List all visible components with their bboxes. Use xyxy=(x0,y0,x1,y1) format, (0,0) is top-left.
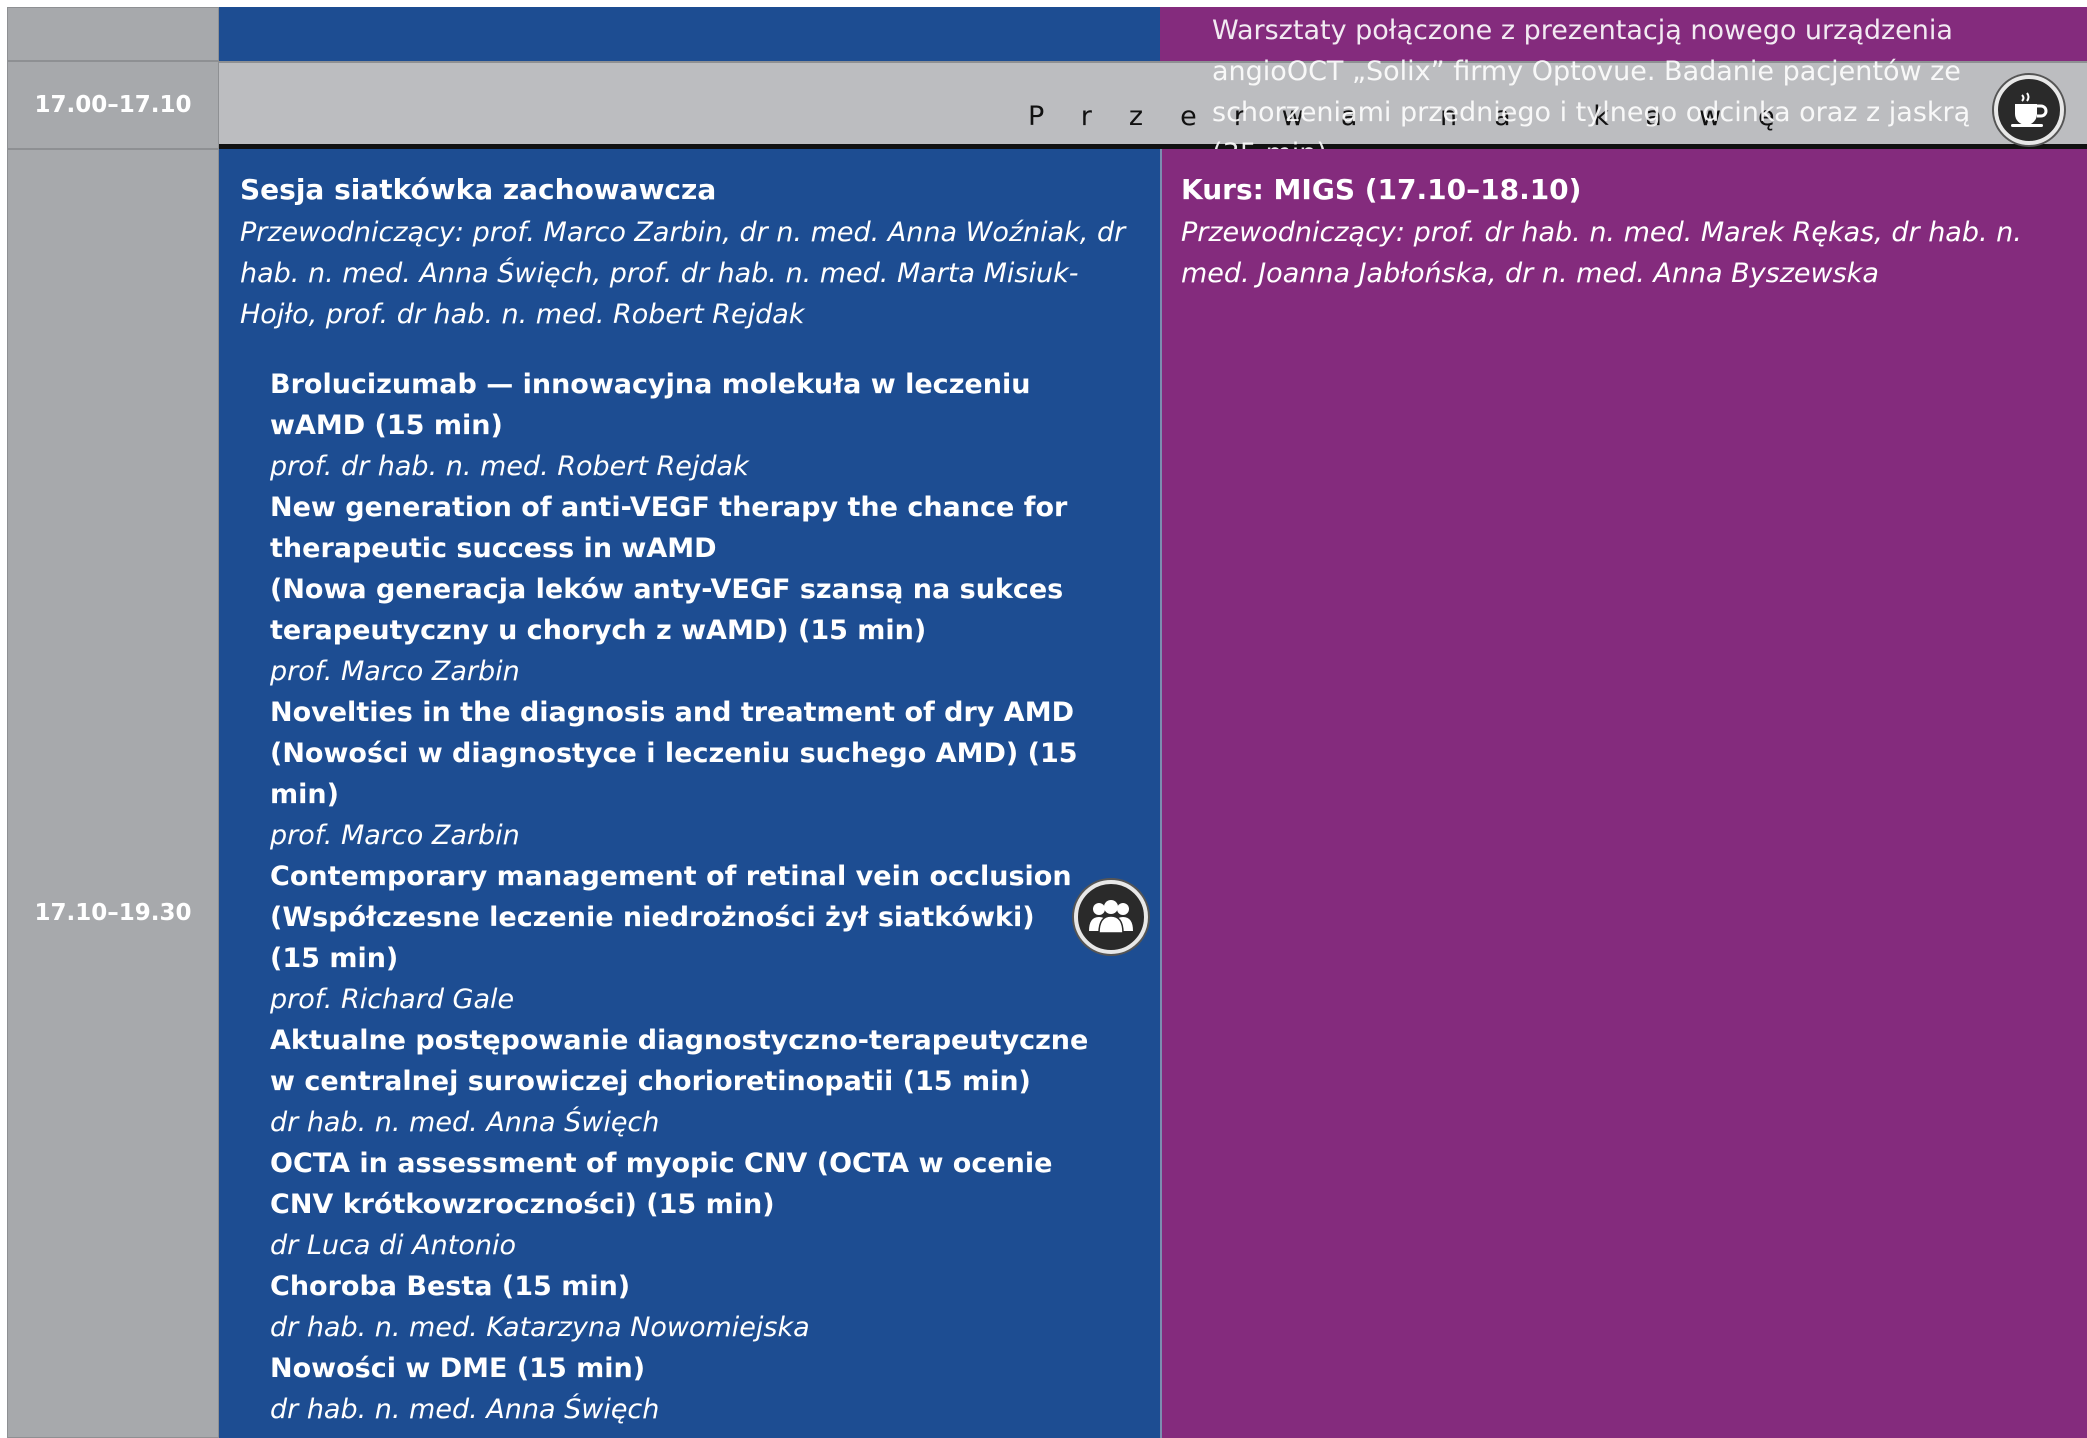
talk-speaker: dr hab. n. med. Katarzyna Nowomiejska xyxy=(270,1312,810,1343)
coffee-cup-icon xyxy=(1994,75,2064,145)
talk-speaker: dr hab. n. med. Anna Święch xyxy=(270,1394,660,1425)
talk-title: Nowości w DME (15 min) xyxy=(270,1353,646,1384)
time-cell-session: 17.10–19.30 xyxy=(7,149,219,1438)
right-session-block xyxy=(1160,149,2087,1438)
time-cell-break: 17.00–17.10 xyxy=(7,61,219,149)
talk-item: Contemporary management of retinal vein … xyxy=(270,856,1090,1020)
talk-speaker: prof. Marco Zarbin xyxy=(270,656,520,687)
talk-item: New generation of anti-VEGF therapy the … xyxy=(270,487,1090,692)
talk-title: OCTA in assessment of myopic CNV (OCTA w… xyxy=(270,1148,1053,1220)
talk-speaker: prof. Marco Zarbin xyxy=(270,820,520,851)
talk-speaker: dr Luca di Antonio xyxy=(270,1230,516,1261)
talk-title: New generation of anti-VEGF therapy the … xyxy=(270,492,1068,646)
right-session-header: Kurs: MIGS (17.10–18.10) Przewodniczący:… xyxy=(1181,168,2061,294)
talk-item: Nowości w DME (15 min) dr hab. n. med. A… xyxy=(270,1348,1090,1430)
session-time-label: 17.10–19.30 xyxy=(34,900,192,926)
talk-speaker: dr hab. n. med. Anna Święch xyxy=(270,1107,660,1138)
talk-title: Choroba Besta (15 min) xyxy=(270,1271,631,1302)
talk-title: Brolucizumab — innowacyjna molekuła w le… xyxy=(270,369,1031,441)
time-cell-top xyxy=(7,7,219,61)
right-session-title: Kurs: MIGS (17.10–18.10) xyxy=(1181,173,1582,206)
right-session-chairs: Przewodniczący: prof. dr hab. n. med. Ma… xyxy=(1181,217,2022,289)
talk-title: Contemporary management of retinal vein … xyxy=(270,861,1072,974)
people-group-icon xyxy=(1074,880,1148,954)
left-session-chairs: Przewodniczący: prof. Marco Zarbin, dr n… xyxy=(240,217,1126,330)
talk-item: Brolucizumab — innowacyjna molekuła w le… xyxy=(270,364,1090,487)
talk-item: Novelties in the diagnosis and treatment… xyxy=(270,692,1090,856)
talk-list: Brolucizumab — innowacyjna molekuła w le… xyxy=(270,364,1090,1430)
top-left-session-block xyxy=(219,7,1160,61)
talk-item: OCTA in assessment of myopic CNV (OCTA w… xyxy=(270,1143,1090,1266)
talk-speaker: prof. Richard Gale xyxy=(270,984,515,1015)
left-session-header: Sesja siatkówka zachowawcza Przewodniczą… xyxy=(240,168,1140,335)
left-session-title: Sesja siatkówka zachowawcza xyxy=(240,173,717,206)
talk-item: Aktualne postępowanie diagnostyczno-tera… xyxy=(270,1020,1090,1143)
break-time-label: 17.00–17.10 xyxy=(34,92,192,118)
talk-title: Aktualne postępowanie diagnostyczno-tera… xyxy=(270,1025,1089,1097)
talk-speaker: prof. dr hab. n. med. Robert Rejdak xyxy=(270,451,749,482)
talk-title: Novelties in the diagnosis and treatment… xyxy=(270,697,1078,810)
talk-item: Choroba Besta (15 min) dr hab. n. med. K… xyxy=(270,1266,1090,1348)
